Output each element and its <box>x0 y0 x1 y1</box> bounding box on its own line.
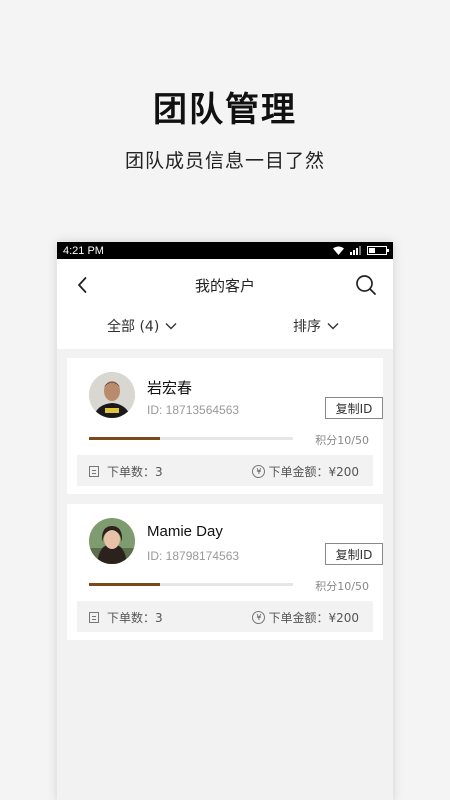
yen-circle-icon: ¥ <box>252 611 266 624</box>
battery-level <box>369 248 375 253</box>
filter-all-label: 全部 (4) <box>107 319 160 335</box>
header-area: 我的客户 全部 (4) 排序 <box>57 259 393 349</box>
document-icon <box>89 466 99 477</box>
status-time: 4:21 PM <box>63 244 104 257</box>
customer-id: ID: 18713564563 <box>147 403 240 417</box>
points-progress <box>89 437 293 440</box>
status-bar: 4:21 PM <box>57 242 393 259</box>
customer-name: 岩宏春 <box>147 380 193 397</box>
chevron-left-icon <box>78 277 87 293</box>
sort-label: 排序 <box>293 319 321 335</box>
customer-card[interactable]: Mamie Day ID: 18798174563 复制ID 积分10/50 下… <box>67 504 383 640</box>
search-button[interactable] <box>355 274 377 296</box>
customer-card[interactable]: 岩宏春 ID: 18713564563 复制ID 积分10/50 下单数：3 ¥… <box>67 358 383 494</box>
avatar <box>89 518 135 564</box>
stats-row: 下单数：3 ¥ 下单金额：¥200 <box>77 455 373 486</box>
nav-bar: 我的客户 <box>57 259 393 312</box>
yen-circle-icon: ¥ <box>252 465 266 478</box>
battery-icon <box>367 246 389 255</box>
sort-dropdown[interactable]: 排序 <box>293 316 339 336</box>
phone-screen: 4:21 PM 我的客户 全部 (4) 排序 岩宏春 ID: 187135645… <box>57 242 393 800</box>
copy-id-button[interactable]: 复制ID <box>325 397 383 419</box>
order-amount: ¥ 下单金额：¥200 <box>252 609 359 626</box>
back-button[interactable] <box>73 275 93 295</box>
order-count: 下单数：3 <box>89 463 163 480</box>
search-icon <box>356 275 376 295</box>
order-count: 下单数：3 <box>89 609 163 626</box>
copy-id-button[interactable]: 复制ID <box>325 543 383 565</box>
status-icons <box>333 246 389 255</box>
wifi-icon <box>333 246 344 255</box>
signal-icon <box>350 246 361 255</box>
order-amount-text: 下单金额：¥200 <box>268 611 359 625</box>
chevron-down-icon <box>165 323 177 330</box>
avatar <box>89 372 135 418</box>
points-text: 积分10/50 <box>315 580 369 593</box>
chevron-down-icon <box>327 323 339 330</box>
filter-all-dropdown[interactable]: 全部 (4) <box>107 316 177 336</box>
order-count-text: 下单数：3 <box>107 465 163 479</box>
document-icon <box>89 612 99 623</box>
order-amount-text: 下单金额：¥200 <box>268 465 359 479</box>
order-amount: ¥ 下单金额：¥200 <box>252 463 359 480</box>
points-progress <box>89 583 293 586</box>
points-progress-fill <box>89 583 161 586</box>
order-count-text: 下单数：3 <box>107 611 163 625</box>
page-title: 我的客户 <box>194 277 255 295</box>
customer-name: Mamie Day <box>147 523 223 540</box>
customer-id: ID: 18798174563 <box>147 549 240 563</box>
stats-row: 下单数：3 ¥ 下单金额：¥200 <box>77 601 373 632</box>
filter-bar: 全部 (4) 排序 <box>57 312 393 349</box>
promo-title: 团队管理 <box>153 90 297 130</box>
points-progress-fill <box>89 437 161 440</box>
points-text: 积分10/50 <box>315 434 369 447</box>
promo-subtitle: 团队成员信息一目了然 <box>124 150 325 172</box>
